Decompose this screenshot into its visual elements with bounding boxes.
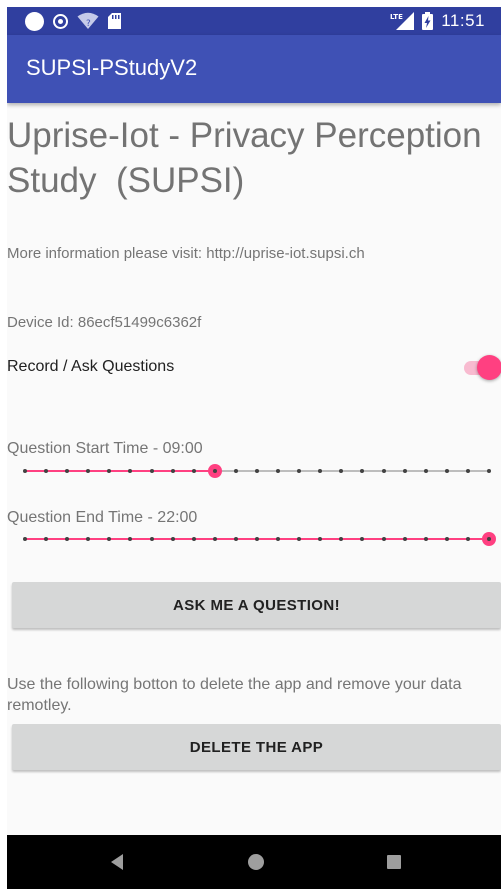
slider-tick <box>444 537 449 541</box>
delete-hint-text: Use the following botton to delete the a… <box>7 676 462 714</box>
slider-fill <box>25 470 215 472</box>
device-id-text: Device Id: 86ecf51499c6362f <box>7 314 202 331</box>
slider-tick <box>191 469 196 473</box>
slider-tick <box>297 537 302 541</box>
network-type-label: LTE <box>390 13 403 21</box>
slider-tick <box>233 537 238 541</box>
slider-tick <box>65 469 70 473</box>
slider-tick <box>339 537 344 541</box>
slider-tick <box>465 469 470 473</box>
sd-card-icon <box>108 13 121 29</box>
slider-tick <box>381 537 386 541</box>
battery-charging-icon <box>422 12 434 30</box>
slider-tick <box>255 537 259 541</box>
main-content: Uprise-Iot - Privacy Perception Study (S… <box>7 103 501 835</box>
status-bar: ? LTE 11:51 <box>7 7 501 35</box>
ring-notification-icon <box>53 13 68 29</box>
slider-tick <box>339 469 344 473</box>
info-text: More information please visit: http://up… <box>7 245 365 262</box>
slider-tick <box>149 537 154 541</box>
delete-app-button[interactable]: DELETE THE APP <box>12 724 501 770</box>
start-time-label: Question Start Time - 09:00 <box>7 440 203 457</box>
slider-tick <box>23 537 27 541</box>
slider-tick <box>233 469 238 473</box>
record-switch-label: Record / Ask Questions <box>7 358 175 375</box>
slider-tick <box>86 537 91 541</box>
end-time-slider[interactable] <box>23 531 496 547</box>
phone-screen: ? LTE 11:51 SUPSI-PStudyV2 Uprise-Iot - … <box>7 7 501 889</box>
lte-signal-icon: LTE <box>390 12 415 30</box>
home-icon[interactable] <box>248 854 264 870</box>
slider-tick <box>255 469 259 473</box>
app-bar: SUPSI-PStudyV2 <box>7 35 501 103</box>
slider-tick <box>360 537 365 541</box>
slider-tick <box>23 469 27 473</box>
slider-tick <box>128 469 133 473</box>
slider-thumb[interactable] <box>207 464 222 478</box>
status-clock: 11:51 <box>441 11 485 30</box>
slider-tick <box>444 469 449 473</box>
slider-thumb[interactable] <box>482 532 496 546</box>
record-switch[interactable] <box>464 355 501 381</box>
slider-tick <box>360 469 365 473</box>
slider-tick <box>170 469 175 473</box>
recents-icon[interactable] <box>387 855 401 869</box>
slider-tick <box>465 537 470 541</box>
slider-tick <box>402 537 407 541</box>
slider-tick <box>276 469 281 473</box>
slider-tick <box>149 469 154 473</box>
slider-tick <box>423 537 428 541</box>
system-icons: LTE 11:51 <box>390 10 485 32</box>
slider-tick <box>191 537 196 541</box>
slider-tick <box>423 469 428 473</box>
switch-thumb[interactable] <box>477 355 501 380</box>
slider-tick <box>44 469 49 473</box>
slider-tick <box>44 537 49 541</box>
navigation-bar <box>7 835 501 889</box>
slider-tick <box>86 469 91 473</box>
end-time-label: Question End Time - 22:00 <box>7 509 198 526</box>
app-title: SUPSI-PStudyV2 <box>26 55 198 80</box>
notification-icons: ? <box>25 11 121 31</box>
slider-tick <box>128 537 133 541</box>
slider-tick <box>170 537 175 541</box>
start-time-slider[interactable] <box>23 463 491 479</box>
slider-tick <box>297 469 302 473</box>
page-title: Uprise-Iot - Privacy Perception Study (S… <box>7 116 492 200</box>
slider-tick <box>381 469 386 473</box>
slider-tick <box>107 537 112 541</box>
back-icon[interactable] <box>111 854 123 870</box>
slider-tick <box>276 537 281 541</box>
circle-notification-icon <box>25 11 44 31</box>
slider-tick <box>212 537 217 541</box>
svg-text:?: ? <box>86 19 91 29</box>
slider-tick <box>65 537 70 541</box>
slider-tick <box>318 537 323 541</box>
slider-tick <box>487 469 491 473</box>
slider-tick <box>107 469 112 473</box>
ask-question-button[interactable]: ASK ME A QUESTION! <box>12 582 501 628</box>
slider-tick <box>318 469 323 473</box>
slider-tick <box>402 469 407 473</box>
wifi-icon: ? <box>77 12 99 29</box>
